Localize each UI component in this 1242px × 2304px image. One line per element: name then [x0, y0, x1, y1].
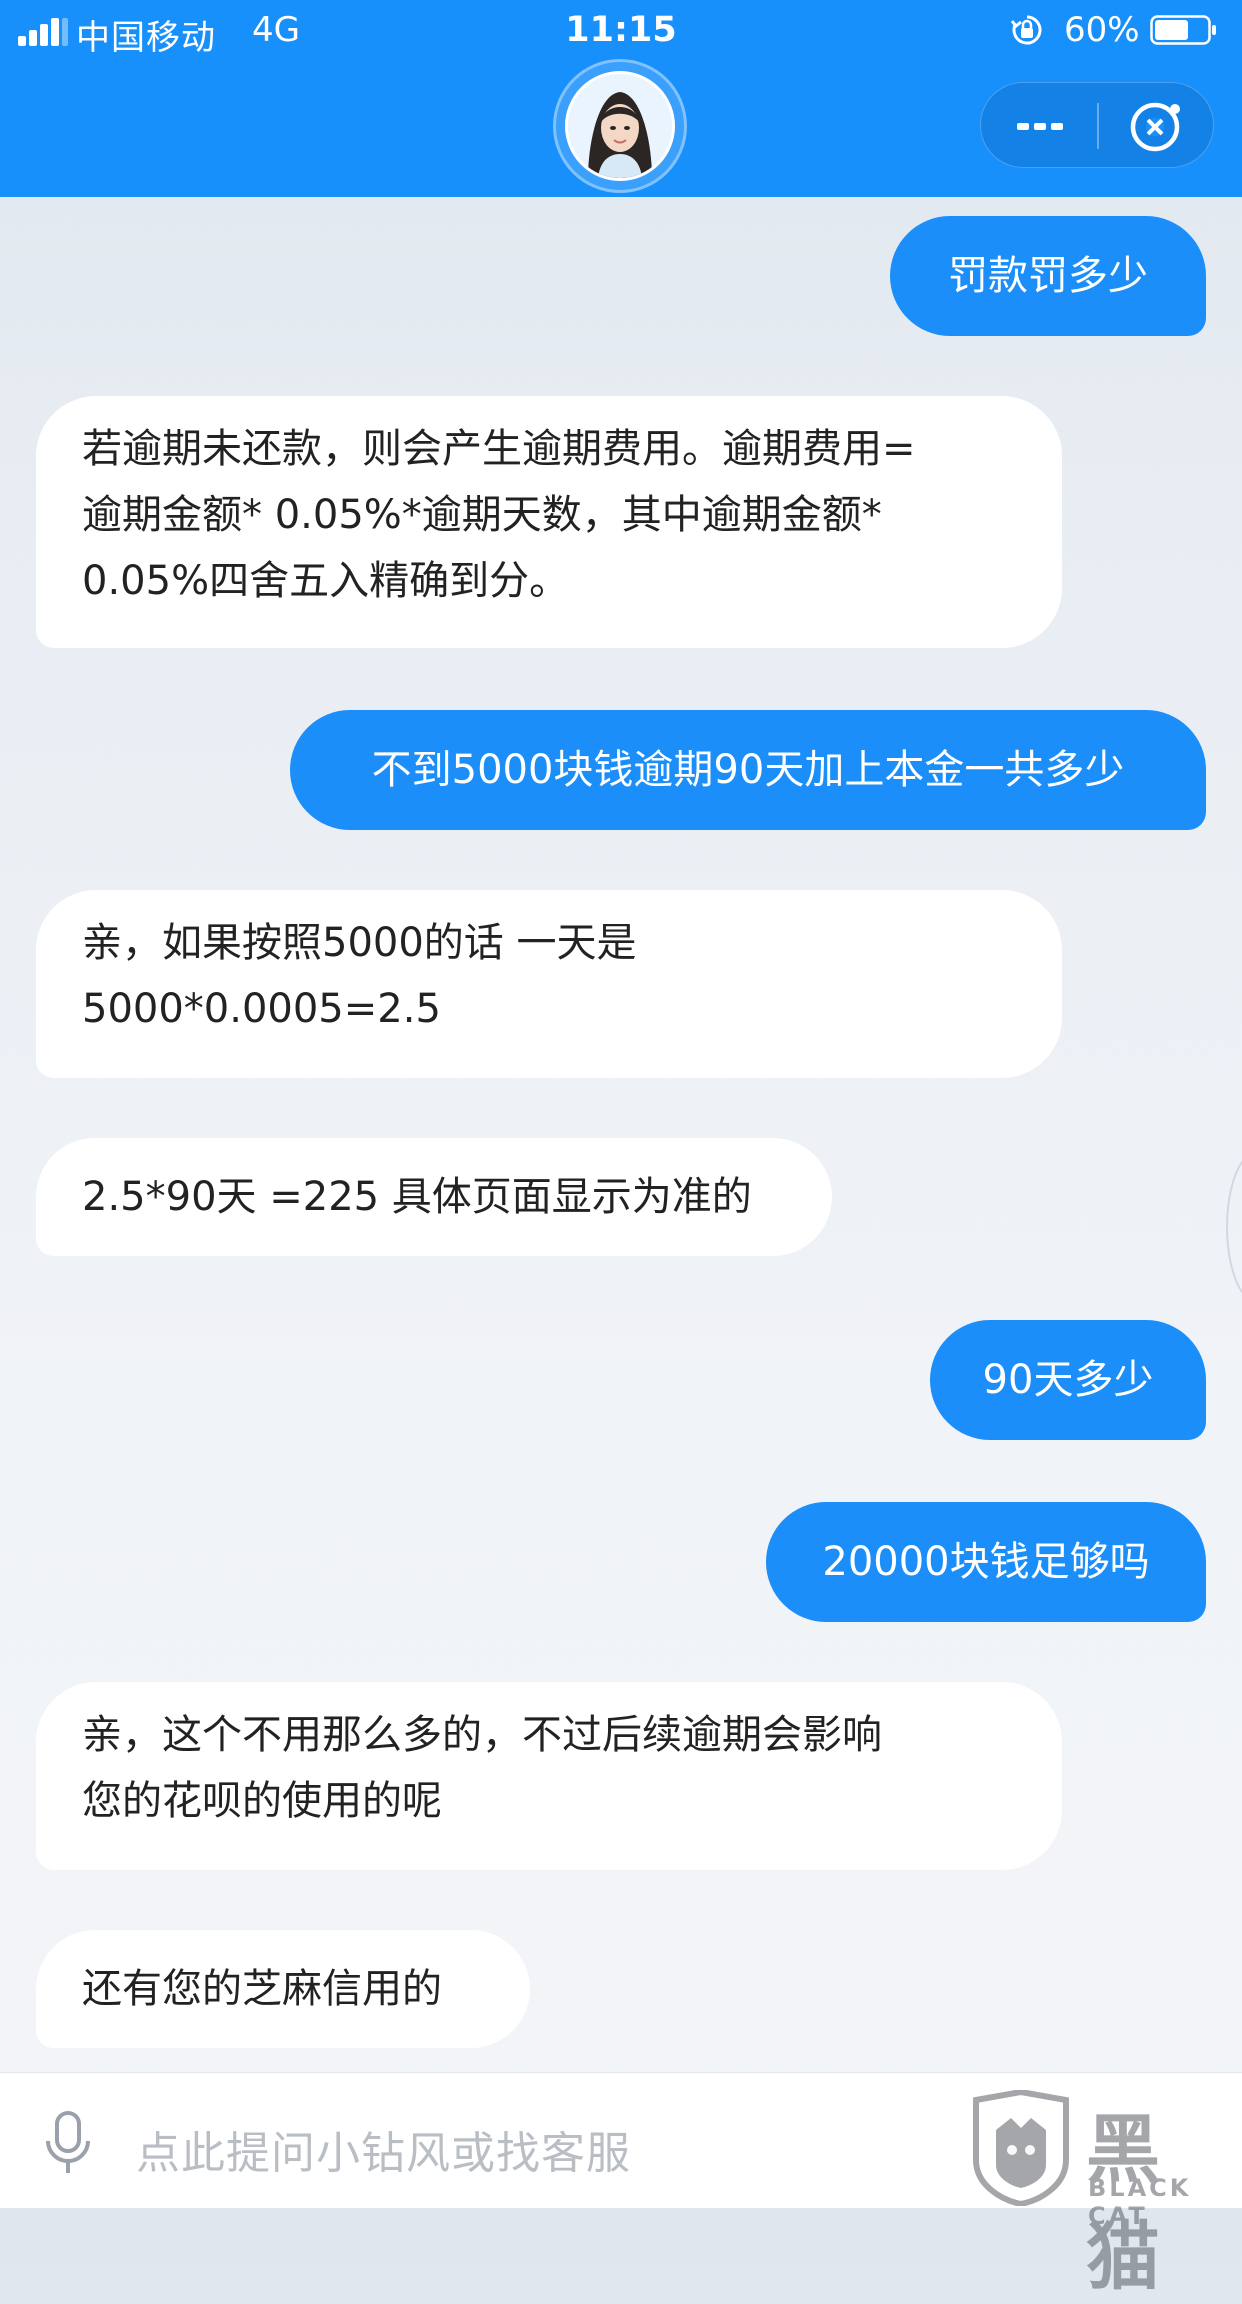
black-cat-logo-icon [973, 2088, 1069, 2208]
close-button[interactable] [1099, 83, 1215, 169]
watermark-subtext: BLACK CAT [1088, 2174, 1192, 2230]
battery-percentage: 60% [1064, 10, 1140, 50]
bot-message: 若逾期未还款，则会产生逾期费用。逾期费用= 逾期金额* 0.05%*逾期天数，其… [36, 396, 1062, 648]
battery-icon [1150, 15, 1216, 45]
agent-avatar[interactable] [556, 62, 684, 190]
mini-program-capsule [980, 82, 1214, 168]
question-input[interactable]: 点此提问小钻风或找客服 [136, 2117, 631, 2181]
black-cat-watermark: 黑猫 BLACK CAT [966, 2088, 1236, 2300]
user-message: 不到5000块钱逾期90天加上本金一共多少 [290, 710, 1206, 830]
rotation-lock-icon [1010, 15, 1042, 45]
bot-message: 还有您的芝麻信用的 [36, 1930, 530, 2048]
status-bar: 中国移动 4G 11:15 60% [0, 0, 1242, 60]
status-time: 11:15 [565, 10, 677, 50]
bot-message: 亲，这个不用那么多的，不过后续逾期会影响 您的花呗的使用的呢 [36, 1682, 1062, 1870]
user-message: 罚款罚多少 [890, 216, 1206, 336]
microphone-icon[interactable] [40, 2109, 96, 2177]
agent-avatar-icon [565, 71, 675, 181]
more-button[interactable] [981, 83, 1097, 169]
more-dots-icon [1017, 123, 1063, 130]
app-header: 中国移动 4G 11:15 60% [0, 0, 1242, 197]
bot-message: 亲，如果按照5000的话 一天是 5000*0.0005=2.5 [36, 890, 1062, 1078]
user-message: 90天多少 [930, 1320, 1206, 1440]
side-edge-decoration [1226, 1150, 1242, 1304]
bot-message: 2.5*90天 =225 具体页面显示为准的 [36, 1138, 832, 1256]
close-mini-program-icon [1130, 102, 1180, 152]
user-message: 20000块钱足够吗 [766, 1502, 1206, 1622]
